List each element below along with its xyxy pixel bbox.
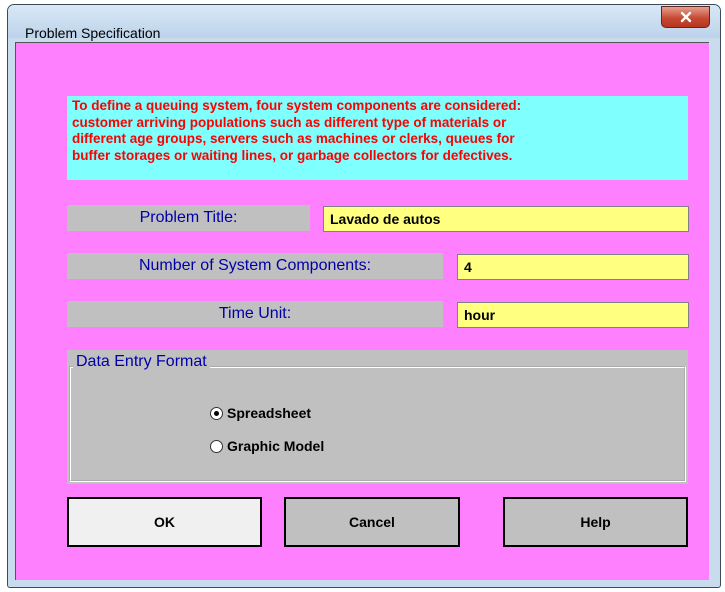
close-button[interactable] [661, 6, 710, 28]
graphic-model-option[interactable]: Graphic Model [210, 438, 324, 454]
graphic-model-radio[interactable] [210, 439, 223, 453]
spreadsheet-radio[interactable] [210, 406, 223, 420]
data-entry-format-legend: Data Entry Format [73, 353, 210, 371]
problem-title-label: Problem Title: [67, 205, 310, 231]
data-entry-format-group: Data Entry Format Spreadsheet Graphic Mo… [67, 350, 688, 484]
radio-selected-dot [214, 410, 219, 416]
time-unit-label: Time Unit: [67, 301, 443, 327]
spreadsheet-label: Spreadsheet [227, 405, 312, 421]
ok-button[interactable]: OK [67, 497, 262, 547]
group-frame [69, 366, 686, 482]
info-text: To define a queuing system, four system … [67, 96, 688, 180]
time-unit-input[interactable] [457, 302, 689, 328]
window-title: Problem Specification [25, 25, 161, 41]
cancel-button[interactable]: Cancel [284, 497, 460, 547]
close-icon [680, 11, 691, 23]
system-components-input[interactable] [457, 254, 689, 280]
system-components-label: Number of System Components: [67, 253, 443, 279]
problem-specification-dialog: Problem Specification To define a queuin… [7, 4, 721, 588]
spreadsheet-option[interactable]: Spreadsheet [210, 405, 311, 421]
graphic-model-label: Graphic Model [227, 438, 325, 454]
dialog-body: To define a queuing system, four system … [15, 42, 709, 580]
problem-title-input[interactable] [323, 206, 689, 232]
title-bar[interactable]: Problem Specification [8, 5, 720, 41]
help-button[interactable]: Help [503, 497, 688, 547]
